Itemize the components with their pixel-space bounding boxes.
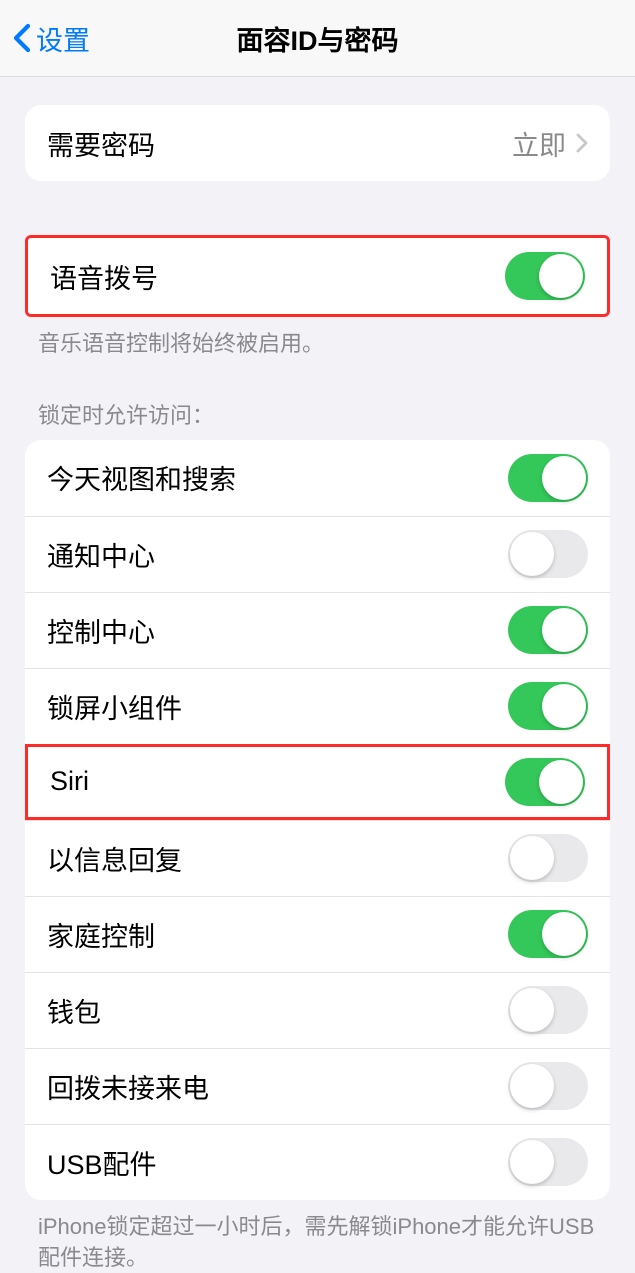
lock-item-label: 通知中心 xyxy=(47,535,155,574)
toggle-knob xyxy=(542,684,586,728)
lock-item-toggle[interactable] xyxy=(505,758,585,806)
chevron-right-icon xyxy=(576,133,588,153)
lock-item-row: Siri xyxy=(25,744,610,820)
toggle-knob xyxy=(539,760,583,804)
lock-item-row: 控制中心 xyxy=(25,592,610,668)
voice-dial-toggle[interactable] xyxy=(505,252,585,300)
lock-item-row: 通知中心 xyxy=(25,516,610,592)
require-passcode-value: 立即 xyxy=(512,124,566,163)
voice-dial-group: 语音拨号 xyxy=(25,235,610,317)
voice-dial-label: 语音拨号 xyxy=(50,257,158,296)
require-passcode-group: 需要密码 立即 xyxy=(25,105,610,181)
lock-item-row: 回拨未接来电 xyxy=(25,1048,610,1124)
lock-item-label: 今天视图和搜索 xyxy=(47,458,236,497)
navigation-header: 设置 面容ID与密码 xyxy=(0,0,635,77)
lock-item-label: 控制中心 xyxy=(47,611,155,650)
lock-item-label: USB配件 xyxy=(47,1143,157,1182)
require-passcode-label: 需要密码 xyxy=(47,124,155,163)
lock-item-row: 今天视图和搜索 xyxy=(25,440,610,516)
lock-item-toggle[interactable] xyxy=(508,986,588,1034)
lock-item-row: 锁屏小组件 xyxy=(25,668,610,744)
lock-item-row: 以信息回复 xyxy=(25,820,610,896)
lock-item-label: 家庭控制 xyxy=(47,915,155,954)
back-button[interactable]: 设置 xyxy=(0,19,90,58)
require-passcode-row[interactable]: 需要密码 立即 xyxy=(25,105,610,181)
toggle-knob xyxy=(539,254,583,298)
page-title: 面容ID与密码 xyxy=(0,19,635,58)
lock-item-toggle[interactable] xyxy=(508,1138,588,1186)
lock-item-toggle[interactable] xyxy=(508,606,588,654)
lock-access-group: 今天视图和搜索通知中心控制中心锁屏小组件 Siri 以信息回复家庭控制钱包回拨未接来… xyxy=(25,440,610,1200)
back-label: 设置 xyxy=(36,19,90,58)
toggle-knob xyxy=(510,532,554,576)
lock-item-row: USB配件 xyxy=(25,1124,610,1200)
toggle-knob xyxy=(542,608,586,652)
lock-item-label: 回拨未接来电 xyxy=(47,1067,209,1106)
toggle-knob xyxy=(510,1064,554,1108)
toggle-knob xyxy=(510,836,554,880)
toggle-knob xyxy=(542,912,586,956)
toggle-knob xyxy=(510,1140,554,1184)
lock-item-toggle[interactable] xyxy=(508,910,588,958)
lock-item-label: 以信息回复 xyxy=(47,839,182,878)
require-passcode-value-container: 立即 xyxy=(512,124,588,163)
lock-access-section-header: 锁定时允许访问： xyxy=(0,398,635,440)
toggle-knob xyxy=(542,456,586,500)
voice-dial-row: 语音拨号 xyxy=(28,238,607,314)
lock-item-label: Siri xyxy=(50,766,89,797)
usb-footer: iPhone锁定超过一小时后，需先解锁iPhone才能允许USB配件连接。 xyxy=(0,1200,635,1273)
lock-item-toggle[interactable] xyxy=(508,834,588,882)
lock-item-label: 钱包 xyxy=(47,991,101,1030)
lock-item-toggle[interactable] xyxy=(508,1062,588,1110)
voice-dial-footer: 音乐语音控制将始终被启用。 xyxy=(0,317,635,360)
lock-item-row: 家庭控制 xyxy=(25,896,610,972)
chevron-left-icon xyxy=(12,22,32,54)
toggle-knob xyxy=(510,988,554,1032)
lock-item-toggle[interactable] xyxy=(508,682,588,730)
lock-item-toggle[interactable] xyxy=(508,530,588,578)
lock-item-label: 锁屏小组件 xyxy=(47,687,182,726)
lock-item-row: 钱包 xyxy=(25,972,610,1048)
lock-item-toggle[interactable] xyxy=(508,454,588,502)
